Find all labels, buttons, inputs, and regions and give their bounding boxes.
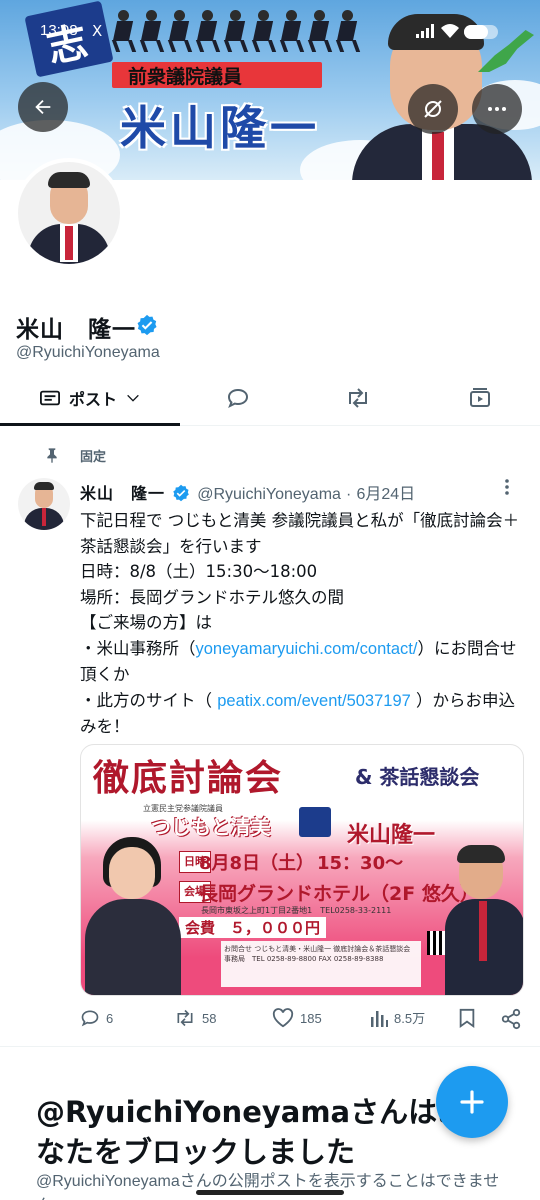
flyer-speaker-1: つじもと清美 (151, 815, 271, 839)
like-count: 185 (300, 1010, 322, 1026)
flyer-address: 長岡市東坂之上町1丁目2番地1 TEL0258-33-2111 (201, 906, 392, 915)
profile-avatar[interactable] (14, 158, 124, 268)
verified-badge-icon (173, 484, 189, 502)
verified-badge-icon[interactable] (136, 314, 158, 336)
repost-count: 58 (202, 1010, 217, 1026)
tab-reposts[interactable] (322, 370, 394, 426)
post-more-button[interactable] (504, 478, 510, 501)
wifi-icon (441, 24, 459, 38)
status-bar: 13:08 X (0, 20, 540, 44)
bookmark-icon (459, 1008, 475, 1028)
blocked-title: @RyuichiYoneyamaさんはあなたをブロックしました (36, 1095, 467, 1169)
post-author-name[interactable]: 米山 隆一 (80, 484, 165, 503)
back-button[interactable] (18, 82, 68, 132)
grok-button[interactable] (408, 84, 458, 134)
repost-button[interactable]: 58 (174, 1008, 216, 1028)
flyer-fee: 会費 ５，０００円 (179, 917, 327, 938)
post-link-peatix[interactable]: peatix.com/event/5037197 (217, 692, 411, 710)
banner-title: 米山隆一 (120, 101, 320, 155)
plus-icon (460, 1090, 484, 1114)
post-date[interactable]: 6月24日 (356, 486, 415, 503)
flyer-title: 徹底討論会 (93, 758, 284, 799)
banner-subtitle: 前衆議院議員 (128, 66, 243, 88)
repost-icon (349, 388, 367, 408)
flyer-date: 8月8日（土） (199, 853, 315, 874)
compose-post-button[interactable] (436, 1066, 508, 1138)
post-link-contact[interactable]: yoneyamaryuichi.com/contact/ (196, 640, 418, 658)
media-icon (470, 388, 490, 407)
share-icon (501, 1008, 521, 1030)
profile-handle: @RyuichiYoneyama (16, 344, 160, 361)
post-author-avatar[interactable] (18, 478, 70, 530)
blocked-text: @RyuichiYoneyamaさんの公開ポストを表示することはできません。 (36, 1173, 500, 1200)
active-tab-indicator (0, 423, 180, 426)
reply-count: 6 (106, 1010, 114, 1026)
post-author-handle[interactable]: @RyuichiYoneyama (197, 486, 341, 503)
flyer-logo (299, 807, 331, 837)
view-count: 8.5万 (394, 1011, 426, 1026)
views-button[interactable]: 8.5万 (370, 1008, 425, 1027)
tab-posts[interactable]: ポスト (0, 370, 180, 426)
more-options-button[interactable] (472, 84, 522, 134)
battery-icon (464, 25, 498, 39)
reply-icon (81, 1010, 99, 1027)
profile-tabs: ポスト (0, 370, 540, 426)
reply-bubble-icon (227, 388, 249, 409)
share-button[interactable] (500, 1008, 522, 1030)
gesture-bar (196, 1190, 344, 1195)
flyer-time: 15：30〜 (317, 853, 404, 874)
reply-button[interactable]: 6 (80, 1008, 113, 1028)
post-image-flyer[interactable]: 徹底討論会 & 茶話懇談会 立憲民主党参議院議員 つじもと清美 米山隆一 日時 … (80, 744, 524, 996)
grok-icon (424, 100, 442, 118)
x-notification-icon: X (92, 22, 103, 40)
tab-media[interactable] (444, 370, 516, 426)
flyer-venue: 長岡グランドホテル（2F 悠久） (199, 883, 479, 905)
pinned-label: 固定 (80, 450, 107, 465)
flyer-subtitle: & 茶話懇談会 (355, 765, 480, 789)
more-horizontal-icon (488, 107, 506, 111)
posts-icon (39, 390, 60, 406)
bookmark-button[interactable] (458, 1008, 476, 1028)
more-vertical-icon (505, 479, 509, 495)
flyer-portrait-woman (85, 837, 181, 995)
signal-icon (416, 24, 434, 38)
post-actions: 6 58 185 8.5万 (80, 1008, 526, 1036)
flyer-contact: お問合せ つじもと清美・米山隆一 徹底討論会＆茶話懇談会 事務局 TEL 025… (221, 941, 421, 987)
repost-icon (177, 1009, 193, 1027)
pin-icon (47, 448, 57, 463)
section-divider (0, 1046, 540, 1047)
post-separator: · (346, 486, 352, 503)
like-button[interactable]: 185 (272, 1008, 322, 1028)
flyer-portrait-man (445, 845, 523, 995)
flyer-speaker-2: 米山隆一 (347, 823, 436, 848)
profile-name: 米山 隆一 (16, 317, 136, 343)
status-time: 13:08 (40, 22, 78, 39)
views-chart-icon (371, 1010, 388, 1027)
arrow-left-icon (35, 99, 51, 115)
tab-posts-label: ポスト (68, 390, 117, 409)
post-text: 下記日程で つじもと清美 参議院議員と私が「徹底討論会＋茶話懇談会」を行います … (80, 508, 520, 740)
chevron-down-icon (127, 394, 139, 402)
heart-icon (272, 1008, 294, 1028)
post-header: 米山 隆一 @RyuichiYoneyama · 6月24日 (80, 480, 415, 504)
post-text-part: 下記日程で つじもと清美 参議院議員と私が「徹底討論会＋茶話懇談会」を行います … (80, 511, 520, 658)
tab-replies[interactable] (202, 370, 274, 426)
